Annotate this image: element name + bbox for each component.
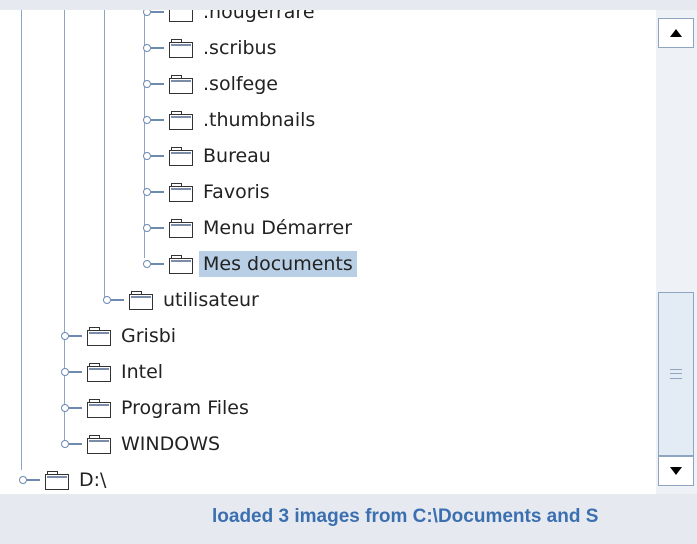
tree-guide-line bbox=[104, 10, 105, 297]
tree-node[interactable]: .nougerrare bbox=[143, 10, 319, 29]
tree-node[interactable]: .thumbnails bbox=[143, 103, 319, 137]
tree-node-label[interactable]: .scribus bbox=[199, 35, 280, 61]
status-text: loaded 3 images from C:\Documents and S bbox=[212, 506, 599, 527]
collapsed-node-handle-icon[interactable] bbox=[143, 222, 165, 234]
tree-node[interactable]: Bureau bbox=[143, 139, 275, 173]
arrow-up-icon bbox=[670, 29, 682, 37]
collapsed-node-handle-icon[interactable] bbox=[143, 186, 165, 198]
collapsed-node-handle-icon[interactable] bbox=[61, 438, 83, 450]
scroll-thumb[interactable] bbox=[658, 292, 694, 456]
tree-node[interactable]: .scribus bbox=[143, 31, 280, 65]
status-bar: loaded 3 images from C:\Documents and S bbox=[0, 494, 697, 544]
folder-icon bbox=[169, 10, 193, 22]
folder-icon bbox=[87, 327, 111, 346]
collapsed-node-handle-icon[interactable] bbox=[61, 366, 83, 378]
collapsed-node-handle-icon[interactable] bbox=[143, 10, 165, 18]
tree-node[interactable]: Program Files bbox=[61, 391, 253, 425]
collapsed-node-handle-icon[interactable] bbox=[143, 150, 165, 162]
tree-node-label[interactable]: .thumbnails bbox=[199, 107, 319, 133]
folder-icon bbox=[169, 219, 193, 238]
collapsed-node-handle-icon[interactable] bbox=[143, 78, 165, 90]
folder-icon bbox=[169, 183, 193, 202]
tree-node-label[interactable]: utilisateur bbox=[159, 287, 263, 313]
collapsed-node-handle-icon[interactable] bbox=[61, 330, 83, 342]
folder-icon bbox=[87, 363, 111, 382]
tree-node-label[interactable]: Menu Démarrer bbox=[199, 215, 356, 241]
folder-icon bbox=[87, 435, 111, 454]
tree-node-label[interactable]: Bureau bbox=[199, 143, 275, 169]
tree-node[interactable]: Grisbi bbox=[61, 319, 180, 353]
folder-tree[interactable]: .nougerrare .scribus .solfege .thumbnails Bu… bbox=[0, 10, 656, 494]
tree-node[interactable]: Favoris bbox=[143, 175, 274, 209]
tree-node[interactable]: Intel bbox=[61, 355, 167, 389]
tree-node[interactable]: utilisateur bbox=[103, 283, 263, 317]
arrow-down-icon bbox=[670, 467, 682, 475]
tree-node[interactable]: WINDOWS bbox=[61, 427, 224, 461]
tree-node-label[interactable]: Favoris bbox=[199, 179, 274, 205]
tree-node-label[interactable]: WINDOWS bbox=[117, 431, 224, 457]
tree-node-label[interactable]: Program Files bbox=[117, 395, 253, 421]
folder-icon bbox=[169, 39, 193, 58]
folder-icon bbox=[169, 111, 193, 130]
collapsed-node-handle-icon[interactable] bbox=[143, 114, 165, 126]
folder-icon bbox=[87, 399, 111, 418]
tree-node[interactable]: Menu Démarrer bbox=[143, 211, 356, 245]
folder-icon bbox=[129, 291, 153, 310]
folder-icon bbox=[169, 147, 193, 166]
tree-node[interactable]: D:\ bbox=[19, 463, 110, 494]
tree-node-label[interactable]: .nougerrare bbox=[199, 10, 319, 25]
tree-node-label[interactable]: Mes documents bbox=[199, 251, 357, 277]
tree-node-label[interactable]: .solfege bbox=[199, 71, 282, 97]
tree-node[interactable]: .solfege bbox=[143, 67, 282, 101]
grip-icon bbox=[670, 369, 682, 379]
folder-icon bbox=[169, 255, 193, 274]
folder-icon bbox=[169, 75, 193, 94]
collapsed-node-handle-icon[interactable] bbox=[19, 474, 41, 486]
tree-node-label[interactable]: Intel bbox=[117, 359, 167, 385]
scroll-down-button[interactable] bbox=[658, 456, 694, 486]
scroll-up-button[interactable] bbox=[658, 18, 694, 48]
vertical-scrollbar[interactable] bbox=[656, 10, 697, 494]
tree-node-label[interactable]: D:\ bbox=[75, 467, 110, 493]
tree-node[interactable]: Mes documents bbox=[143, 247, 357, 281]
collapsed-node-handle-icon[interactable] bbox=[143, 42, 165, 54]
tree-guide-line bbox=[21, 10, 22, 470]
collapsed-node-handle-icon[interactable] bbox=[143, 258, 165, 270]
tree-node-label[interactable]: Grisbi bbox=[117, 323, 180, 349]
collapsed-node-handle-icon[interactable] bbox=[103, 294, 125, 306]
collapsed-node-handle-icon[interactable] bbox=[61, 402, 83, 414]
folder-icon bbox=[45, 471, 69, 490]
